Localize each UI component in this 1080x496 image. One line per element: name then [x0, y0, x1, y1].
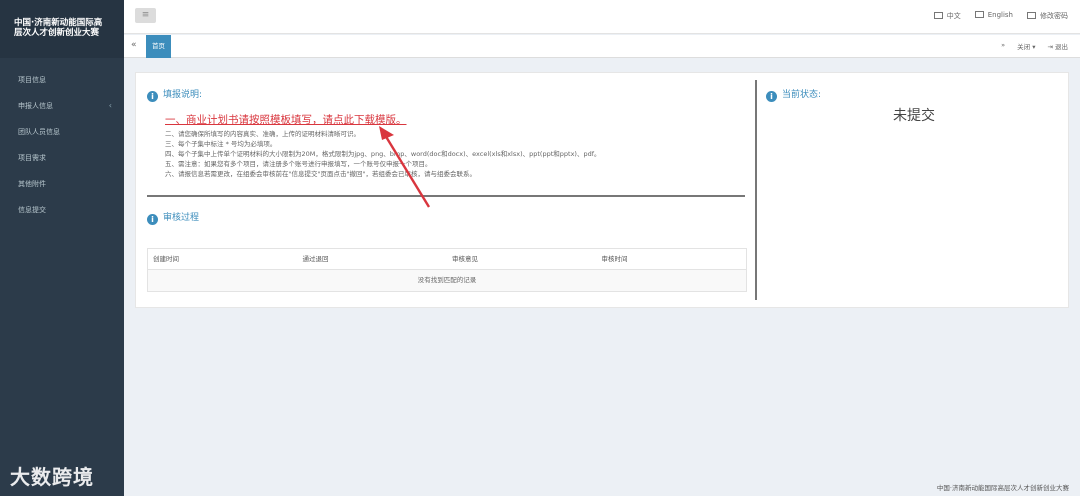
double-chevron-right-icon[interactable]: »: [1001, 41, 1005, 51]
logout-label: 退出: [1055, 43, 1068, 51]
sidebar-item-project-info[interactable]: 项目信息: [0, 67, 124, 93]
brand-line-2: 层次人才创新创业大赛: [14, 28, 100, 38]
logout-icon: ⇥: [1047, 43, 1053, 51]
info-icon: i: [766, 91, 777, 102]
tab-bar: « 首页 » 关闭 ▾ ⇥ 退出: [124, 35, 1080, 58]
sidebar-item-submit[interactable]: 信息提交: [0, 197, 124, 223]
lang-en-link[interactable]: English: [974, 11, 1013, 21]
top-navbar: ≡ 中文 English 修改密码: [124, 0, 1080, 34]
lang-cn-label: 中文: [946, 12, 961, 20]
change-password-label: 修改密码: [1040, 12, 1068, 20]
close-tabs-dropdown[interactable]: 关闭 ▾: [1017, 41, 1035, 51]
close-label: 关闭: [1017, 43, 1031, 51]
status-value: 未提交: [893, 108, 935, 124]
watermark-text: 大数跨境: [10, 465, 94, 489]
sidebar-item-applicant-info[interactable]: 申报人信息 ‹: [0, 93, 124, 119]
status-title: 当前状态:: [782, 90, 822, 100]
brand-line-1: 中国·济南新动能国际高: [14, 18, 103, 28]
tab-home[interactable]: 首页: [146, 35, 171, 58]
sidebar-item-label: 项目信息: [18, 76, 46, 84]
main-content: i 填报说明: 一、商业计划书请按照模板填写，请点此下载模版。 二、请您确保所填写…: [135, 72, 1069, 308]
sidebar-item-label: 项目需求: [18, 154, 46, 162]
watermark-logo: 大数跨境: [10, 461, 94, 490]
status-panel: i 当前状态: 未提交: [758, 73, 1070, 309]
lang-cn-link[interactable]: 中文: [933, 11, 961, 21]
logout-button[interactable]: ⇥ 退出: [1047, 41, 1068, 51]
footer-text: 中国·济南新动能国际高层次人才创新创业大赛: [936, 484, 1069, 492]
chevron-left-icon: ‹: [108, 101, 112, 110]
change-password-link[interactable]: 修改密码: [1027, 11, 1068, 21]
sidebar-item-team-info[interactable]: 团队人员信息: [0, 119, 124, 145]
sidebar-item-label: 其他附件: [18, 180, 46, 188]
double-chevron-left-icon[interactable]: «: [131, 40, 137, 50]
sidebar-item-label: 申报人信息: [18, 102, 53, 110]
brand-logo: 中国·济南新动能国际高 层次人才创新创业大赛: [0, 0, 124, 58]
key-icon: [1027, 12, 1036, 19]
status-heading: i 当前状态:: [766, 87, 821, 102]
language-icon: [974, 11, 984, 18]
language-icon: [933, 12, 943, 19]
lang-en-label: English: [987, 11, 1013, 19]
sidebar-item-label: 信息提交: [18, 206, 46, 214]
annotation-arrow-icon: [379, 126, 431, 208]
sidebar-item-label: 团队人员信息: [18, 128, 60, 136]
top-links: 中文 English 修改密码: [933, 11, 1068, 21]
sidebar-menu: 项目信息 申报人信息 ‹ 团队人员信息 项目需求 其他附件 信息提交: [0, 58, 124, 223]
sidebar-item-attachments[interactable]: 其他附件: [0, 171, 124, 197]
tab-actions: » 关闭 ▾ ⇥ 退出: [1001, 41, 1068, 51]
sidebar: 中国·济南新动能国际高 层次人才创新创业大赛 项目信息 申报人信息 ‹ 团队人员信…: [0, 0, 124, 496]
sidebar-item-project-needs[interactable]: 项目需求: [0, 145, 124, 171]
hamburger-icon[interactable]: ≡: [135, 8, 156, 23]
